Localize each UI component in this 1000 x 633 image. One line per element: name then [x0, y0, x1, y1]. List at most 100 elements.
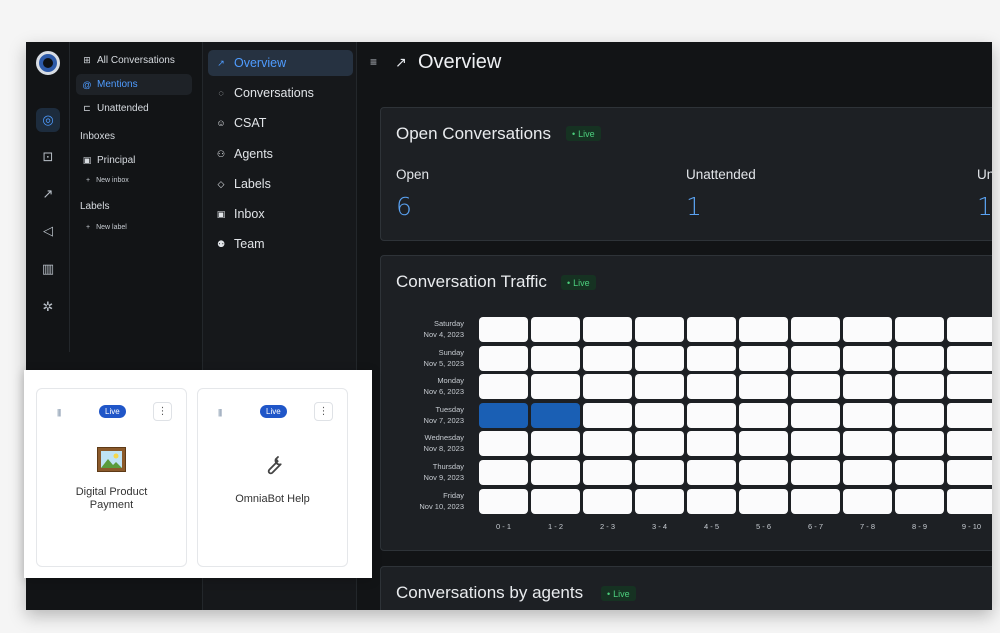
heatmap-cell[interactable]	[895, 431, 944, 457]
heatmap-cell[interactable]	[791, 374, 840, 400]
heatmap-cell[interactable]	[479, 488, 528, 514]
new-label-button[interactable]: + New label	[86, 224, 127, 231]
heatmap-cell[interactable]	[739, 431, 788, 457]
heatmap-cell[interactable]	[739, 402, 788, 428]
heatmap-cell[interactable]	[843, 374, 892, 400]
logo-icon[interactable]	[36, 51, 60, 75]
heatmap-cell[interactable]	[583, 460, 632, 485]
heatmap-cell[interactable]	[687, 460, 736, 485]
sidebar-item-all-conversations[interactable]: ⊞ All Conversations	[76, 50, 192, 71]
heatmap-cell[interactable]	[635, 431, 684, 457]
heatmap-cell[interactable]	[843, 488, 892, 514]
heatmap-cell[interactable]	[895, 317, 944, 342]
inbox-item-principal[interactable]: ▣ Principal	[76, 150, 192, 171]
heatmap-cell[interactable]	[479, 402, 528, 428]
heatmap-cell[interactable]	[635, 345, 684, 371]
heatmap-cell[interactable]	[583, 431, 632, 457]
sidebar-item-label: Mentions	[97, 79, 138, 90]
drag-handle-icon[interactable]: |||	[57, 408, 61, 417]
heatmap-cell[interactable]	[895, 488, 944, 514]
nav-item-conversations[interactable]: ◌ Conversations	[208, 80, 353, 106]
heatmap-cell[interactable]	[843, 345, 892, 371]
heatmap-cell[interactable]	[791, 317, 840, 342]
heatmap-cell[interactable]	[791, 402, 840, 428]
heatmap-cell[interactable]	[843, 317, 892, 342]
heatmap-cell[interactable]	[687, 488, 736, 514]
heatmap-cell[interactable]	[895, 460, 944, 485]
nav-item-inbox[interactable]: ▣ Inbox	[208, 201, 353, 227]
heatmap-cell[interactable]	[531, 488, 580, 514]
heatmap-cell[interactable]	[947, 460, 992, 485]
heatmap-cell[interactable]	[531, 345, 580, 371]
heatmap-cell[interactable]	[635, 488, 684, 514]
heatmap-cell[interactable]	[687, 402, 736, 428]
conversation-sidebar: ⊞ All Conversations @ Mentions ⊏ Unatten…	[70, 42, 202, 352]
heatmap-cell[interactable]	[739, 374, 788, 400]
heatmap-cell[interactable]	[947, 374, 992, 400]
heatmap-cell[interactable]	[791, 431, 840, 457]
heatmap-cell[interactable]	[947, 488, 992, 514]
heatmap-cell[interactable]	[531, 460, 580, 485]
heatmap-cell[interactable]	[739, 460, 788, 485]
campaigns-icon[interactable]: ◁	[36, 219, 60, 243]
heatmap-cell[interactable]	[739, 317, 788, 342]
more-options-icon[interactable]: ⋮	[153, 402, 172, 421]
heatmap-cell[interactable]	[583, 317, 632, 342]
heatmap-cell[interactable]	[531, 317, 580, 342]
heatmap-cell[interactable]	[531, 431, 580, 457]
conversations-icon[interactable]: ◎	[36, 108, 60, 132]
heatmap-cell[interactable]	[947, 431, 992, 457]
heatmap-cell[interactable]	[791, 345, 840, 371]
heatmap-cell[interactable]	[791, 488, 840, 514]
heatmap-cell[interactable]	[635, 374, 684, 400]
heatmap-cell[interactable]	[583, 402, 632, 428]
heatmap-cell[interactable]	[947, 345, 992, 371]
bot-card-omniabot-help[interactable]: ||| Live ⋮ OmniaBot Help	[197, 388, 348, 567]
new-inbox-button[interactable]: + New inbox	[86, 177, 129, 184]
sidebar-item-mentions[interactable]: @ Mentions	[76, 74, 192, 95]
heatmap-cell[interactable]	[843, 431, 892, 457]
heatmap-cell[interactable]	[739, 488, 788, 514]
heatmap-cell[interactable]	[895, 345, 944, 371]
heatmap-cell[interactable]	[635, 402, 684, 428]
settings-icon[interactable]: ✲	[36, 295, 60, 319]
nav-item-team[interactable]: ⚉ Team	[208, 231, 353, 257]
nav-item-overview[interactable]: ↗ Overview	[208, 50, 353, 76]
nav-item-csat[interactable]: ☺ CSAT	[208, 110, 353, 136]
heatmap-cell[interactable]	[947, 317, 992, 342]
bot-card-digital-product-payment[interactable]: ||| Live ⋮ Digital Product Payment	[36, 388, 187, 567]
nav-item-agents[interactable]: ⚇ Agents	[208, 141, 353, 167]
library-icon[interactable]: ▥	[36, 257, 60, 281]
contacts-icon[interactable]: ⊡	[36, 145, 60, 169]
heatmap-cell[interactable]	[479, 374, 528, 400]
heatmap-cell[interactable]	[843, 460, 892, 485]
heatmap-cell[interactable]	[583, 345, 632, 371]
heatmap-cell[interactable]	[895, 402, 944, 428]
sidebar-item-unattended[interactable]: ⊏ Unattended	[76, 98, 192, 119]
drag-handle-icon[interactable]: |||	[218, 408, 222, 417]
heatmap-cell[interactable]	[947, 402, 992, 428]
heatmap-cell[interactable]	[635, 317, 684, 342]
heatmap-cell[interactable]	[479, 460, 528, 485]
heatmap-cell[interactable]	[687, 317, 736, 342]
day-date: Nov 5, 2023	[423, 358, 464, 368]
menu-icon[interactable]: ≡	[370, 55, 377, 69]
heatmap-cell[interactable]	[583, 374, 632, 400]
heatmap-cell[interactable]	[479, 345, 528, 371]
heatmap-cell[interactable]	[687, 431, 736, 457]
heatmap-cell[interactable]	[531, 374, 580, 400]
nav-item-labels[interactable]: ◇ Labels	[208, 171, 353, 197]
heatmap-cell[interactable]	[479, 431, 528, 457]
heatmap-cell[interactable]	[687, 345, 736, 371]
heatmap-cell[interactable]	[739, 345, 788, 371]
heatmap-cell[interactable]	[687, 374, 736, 400]
heatmap-cell[interactable]	[479, 317, 528, 342]
reports-icon[interactable]: ↗	[36, 182, 60, 206]
heatmap-cell[interactable]	[635, 460, 684, 485]
heatmap-cell[interactable]	[843, 402, 892, 428]
more-options-icon[interactable]: ⋮	[314, 402, 333, 421]
heatmap-cell[interactable]	[895, 374, 944, 400]
heatmap-cell[interactable]	[791, 460, 840, 485]
heatmap-cell[interactable]	[531, 402, 580, 428]
heatmap-cell[interactable]	[583, 488, 632, 514]
